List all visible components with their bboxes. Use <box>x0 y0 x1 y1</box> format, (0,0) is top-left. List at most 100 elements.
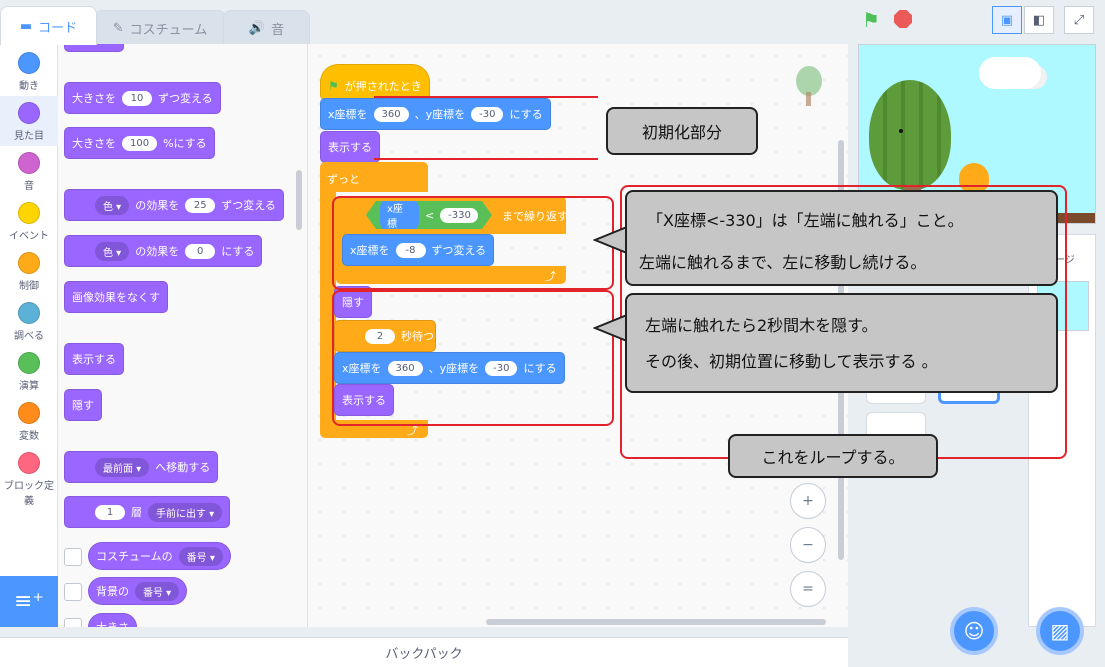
zoom-reset-button[interactable]: = <box>790 571 826 607</box>
block-text: ずつ変える <box>158 92 213 105</box>
category-control[interactable]: 制御 <box>0 246 58 296</box>
block-input[interactable]: 0 <box>185 243 216 259</box>
palette-reporter-costume-number[interactable]: コスチュームの 番号 ▾ <box>88 542 231 570</box>
effect-dropdown[interactable]: 色 ▾ <box>95 195 130 215</box>
category-events[interactable]: イベント <box>0 196 58 246</box>
backdrop-number-checkbox[interactable] <box>64 583 82 601</box>
layer-dropdown[interactable]: 最前面 ▾ <box>95 457 150 477</box>
stop-icon[interactable] <box>894 10 912 28</box>
block-show[interactable]: 表示する <box>320 131 380 163</box>
block-input[interactable]: 10 <box>122 90 152 106</box>
editor-tabs: ▬ コード ✎ コスチューム 🔊 音 <box>0 0 560 45</box>
stage-header: ⚑ ▣ ◧ ⤢ <box>858 0 1105 44</box>
workspace-horizontal-scrollbar[interactable] <box>486 619 826 625</box>
block-text: 隠す <box>72 399 94 412</box>
category-myblocks[interactable]: ブロック定義 <box>0 446 58 507</box>
block-text: ずつ変える <box>221 199 276 212</box>
backdrop-dropdown[interactable]: 番号 ▾ <box>135 581 180 601</box>
category-dot-motion <box>18 52 40 74</box>
category-dot-myblocks <box>18 452 40 474</box>
palette-scrollbar[interactable] <box>296 170 302 230</box>
dropdown-text: 最前面 <box>103 463 133 475</box>
palette-block-hide[interactable]: 隠す <box>64 389 102 421</box>
cat-add-icon: ☺ <box>963 619 985 643</box>
block-text: 、y座標を <box>414 108 466 121</box>
block-text: 表示する <box>72 353 116 366</box>
category-label: 動き <box>19 81 39 92</box>
block-text: 大きさ <box>96 619 129 627</box>
costume-dropdown[interactable]: 番号 ▾ <box>178 546 223 566</box>
fullscreen-button[interactable]: ⤢ <box>1064 6 1094 34</box>
annotation-line <box>374 96 598 98</box>
choose-backdrop-button[interactable]: ▨ <box>1036 607 1084 655</box>
small-stage-button[interactable]: ▣ <box>992 6 1022 34</box>
category-dot-operators <box>18 352 40 374</box>
block-go-to-xy[interactable]: x座標を 360 、y座標を -30 にする <box>320 98 551 130</box>
costume-number-checkbox[interactable] <box>64 548 82 566</box>
category-dot-control <box>18 252 40 274</box>
block-text: コスチュームの <box>96 550 173 563</box>
category-dot-events <box>18 202 40 224</box>
palette-block-go-to-front[interactable]: 最前面 ▾ へ移動する <box>64 451 219 483</box>
category-sound[interactable]: 音 <box>0 146 58 196</box>
palette-block-set-size[interactable]: 大きさを 100 %にする <box>64 127 215 159</box>
block-input[interactable]: 100 <box>122 135 158 151</box>
x-input[interactable]: 360 <box>373 106 409 122</box>
callout-arrow-icon <box>593 225 628 255</box>
tab-sounds[interactable]: 🔊 音 <box>223 10 310 45</box>
block-text: x座標を <box>328 108 368 121</box>
palette-reporter-backdrop-number[interactable]: 背景の 番号 ▾ <box>88 577 188 605</box>
tab-costumes[interactable]: ✎ コスチューム <box>94 10 226 45</box>
category-motion[interactable]: 動き <box>0 46 58 96</box>
zoom-in-button[interactable]: + <box>790 483 826 519</box>
palette-block-go-layers[interactable]: 1 層 手前に出す ▾ <box>64 496 231 528</box>
callout-arrow-icon <box>593 313 628 343</box>
zoom-out-button[interactable]: − <box>790 527 826 563</box>
tree-sprite[interactable] <box>869 80 951 190</box>
add-extension-button[interactable]: ≡⁺ <box>0 576 58 627</box>
category-dot-sensing <box>18 302 40 324</box>
block-text: の効果を <box>135 199 180 212</box>
block-text: 層 <box>131 506 142 519</box>
block-forever[interactable]: ずっと <box>320 162 428 192</box>
block-text: が押されたとき <box>344 80 422 93</box>
block-text: にする <box>221 245 255 258</box>
palette-block-set-effect[interactable]: 色 ▾ の効果を 0 にする <box>64 235 263 267</box>
block-text: 画像効果をなくす <box>72 291 160 304</box>
effect-dropdown[interactable]: 色 ▾ <box>95 241 130 261</box>
palette-block-change-effect[interactable]: 色 ▾ の効果を 25 ずつ変える <box>64 189 284 221</box>
category-operators[interactable]: 演算 <box>0 346 58 396</box>
category-dot-variables <box>18 402 40 424</box>
category-sensing[interactable]: 調べる <box>0 296 58 346</box>
palette-block-show[interactable]: 表示する <box>64 343 124 375</box>
block-text: にする <box>509 108 543 121</box>
category-looks[interactable]: 見た目 <box>0 96 58 146</box>
block-text: %にする <box>163 137 207 150</box>
palette-block-clear-effects[interactable]: 画像効果をなくす <box>64 281 168 313</box>
green-flag-icon[interactable]: ⚑ <box>862 8 880 32</box>
palette-block-change-size[interactable]: 大きさを 10 ずつ変える <box>64 82 221 114</box>
backpack-bar[interactable]: バックパック <box>0 637 848 667</box>
block-input[interactable]: 1 <box>95 504 125 520</box>
large-stage-icon: ◧ <box>1032 12 1046 28</box>
category-label: 見た目 <box>14 131 44 142</box>
code-icon: ▬ <box>19 18 33 34</box>
palette-block-partial[interactable] <box>64 44 124 52</box>
category-label: ブロック定義 <box>4 481 54 507</box>
note-loop: これをループする。 <box>728 434 938 478</box>
direction-dropdown[interactable]: 手前に出す ▾ <box>148 502 223 522</box>
category-menu: 動き 見た目 音 イベント 制御 調べる 演算 変数 ブロック定義 <box>0 44 58 627</box>
hat-when-flag-clicked[interactable]: ⚑ が押されたとき <box>320 64 430 100</box>
block-input[interactable]: 25 <box>185 197 216 213</box>
tab-code[interactable]: ▬ コード <box>0 6 97 45</box>
category-variables[interactable]: 変数 <box>0 396 58 446</box>
choose-sprite-button[interactable]: ☺ <box>950 607 998 655</box>
note-initialization: 初期化部分 <box>606 107 758 155</box>
note-text: これをループする。 <box>761 448 905 467</box>
large-stage-button[interactable]: ◧ <box>1024 6 1054 34</box>
size-checkbox[interactable] <box>64 618 82 627</box>
tab-code-label: コード <box>38 20 78 36</box>
cloud-image <box>979 57 1041 89</box>
y-input[interactable]: -30 <box>471 106 504 122</box>
palette-reporter-size[interactable]: 大きさ <box>88 613 137 627</box>
